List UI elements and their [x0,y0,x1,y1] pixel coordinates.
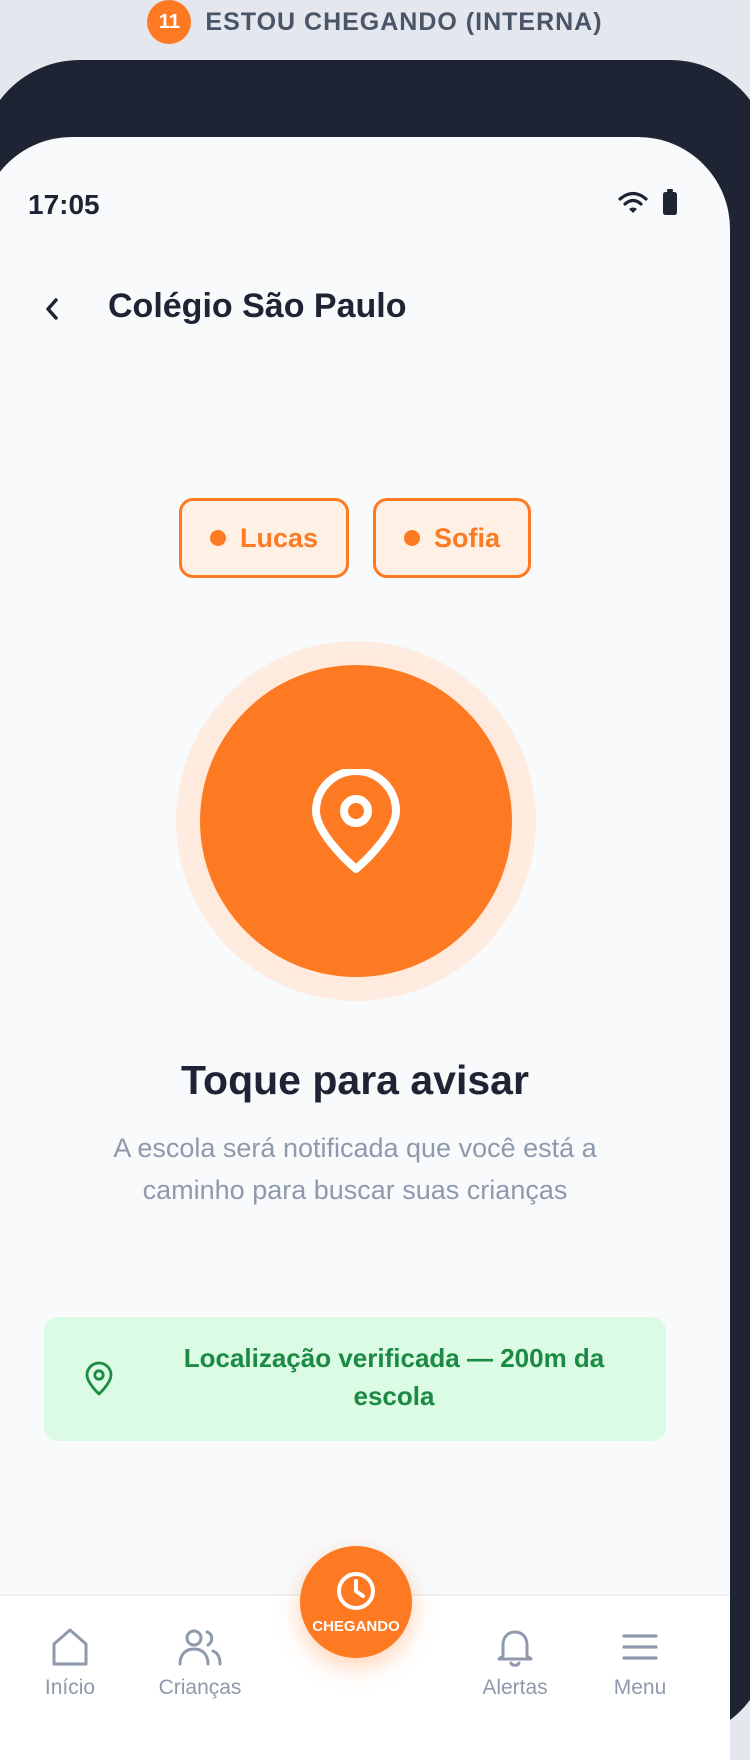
child-chip-lucas[interactable]: Lucas [178,498,350,578]
page-title: Colégio São Paulo [108,287,407,325]
arriving-fab-button[interactable]: CHEGANDO [300,1546,412,1658]
location-status-text: Localização verificada — 200m da escola [183,1343,605,1411]
step-number-badge: 11 [147,0,192,44]
step-banner: 11 ESTOU CHEGANDO (INTERNA) [0,0,750,44]
nav-label: Alertas [482,1676,548,1699]
child-chip-sofia[interactable]: Sofia [373,498,532,578]
home-icon [52,1628,88,1666]
wifi-icon [618,190,648,219]
child-chip-label: Sofia [434,522,501,553]
nav-item-kids[interactable]: Crianças [130,1626,270,1700]
cta-description: A escola será notificada que você está a… [113,1133,597,1205]
battery-icon [662,189,678,220]
chevron-left-icon [46,298,58,320]
status-icons [618,189,678,220]
location-status-box: Localização verificada — 200m da escola [44,1317,666,1441]
children-chips: Lucas Sofia [0,498,730,578]
location-pin-icon [84,1361,114,1402]
fab-label: CHEGANDO [312,1617,400,1635]
nav-item-menu[interactable]: Menu [570,1626,710,1700]
chip-dot [209,530,226,546]
page-header: Colégio São Paulo [0,257,730,357]
notify-arrival-button[interactable] [200,665,512,977]
nav-label: Menu [613,1676,667,1699]
nav-label: Início [44,1676,96,1699]
back-button[interactable] [30,287,74,331]
chip-dot [404,530,421,546]
child-chip-label: Lucas [239,522,319,553]
bell-icon [497,1630,533,1667]
status-bar: 17:05 [0,137,730,220]
users-icon [178,1629,222,1666]
nav-item-alerts[interactable]: Alertas [445,1626,585,1700]
cta-title: Toque para avisar [181,1057,529,1103]
nav-item-home[interactable]: Início [0,1626,140,1700]
status-time: 17:05 [28,189,100,220]
phone-frame: 17:05 Colégio São Paulo Lucas Sofia Toqu… [0,60,750,1760]
location-pin-icon [312,769,400,873]
clock-icon [337,1571,375,1610]
menu-icon [622,1634,658,1660]
step-title: ESTOU CHEGANDO (INTERNA) [205,7,603,36]
nav-label: Crianças [158,1676,242,1699]
phone-screen: 17:05 Colégio São Paulo Lucas Sofia Toqu… [0,137,730,1760]
